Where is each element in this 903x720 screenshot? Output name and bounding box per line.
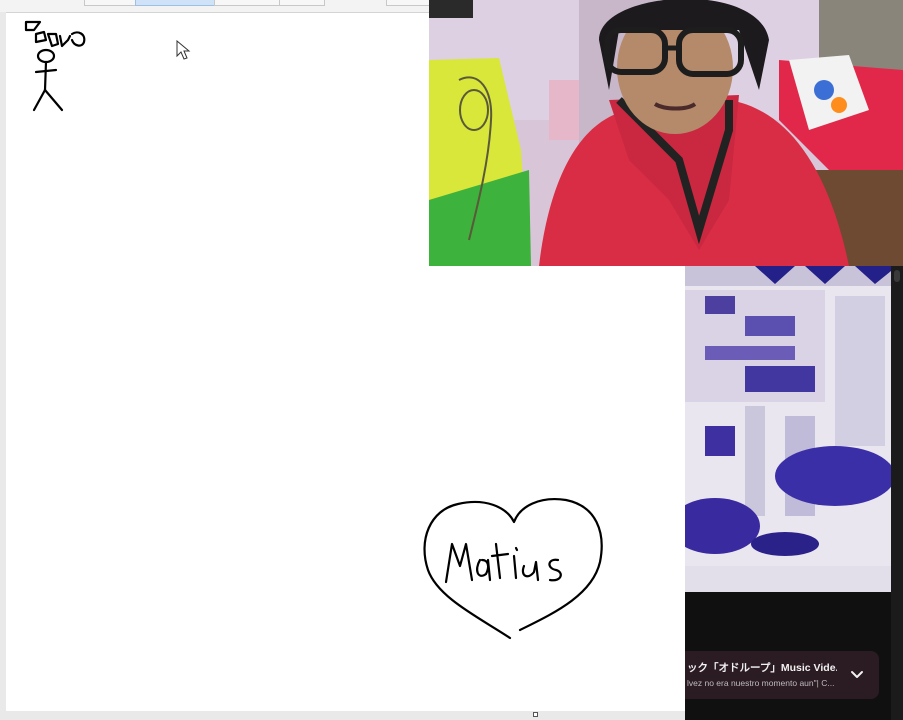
stick-figure-name-scribble [24,20,86,48]
stick-figure-doodle [32,48,64,112]
video-frame-image [685,266,891,592]
video-player[interactable] [685,266,891,592]
webcam-image [429,0,903,266]
mouse-pointer-icon [176,40,191,60]
chevron-down-icon [851,671,863,678]
webcam-feed [429,0,903,266]
expand-button[interactable] [845,663,869,687]
canvas-resize-handle[interactable] [533,712,538,717]
video-info-card[interactable]: ック「オドループ」Music Vide... lvez no era nuest… [685,651,879,699]
video-side-panel: ック「オドループ」Music Vide... lvez no era nuest… [685,266,903,720]
video-subtitle: lvez no era nuestro momento aun"| C... [687,678,835,688]
panel-scrollbar[interactable] [891,266,903,720]
heart-doodle [423,498,603,640]
canvas-border-bottom [0,711,685,720]
scrollbar-thumb[interactable] [894,270,900,282]
video-title[interactable]: ック「オドループ」Music Vide... [687,660,837,675]
